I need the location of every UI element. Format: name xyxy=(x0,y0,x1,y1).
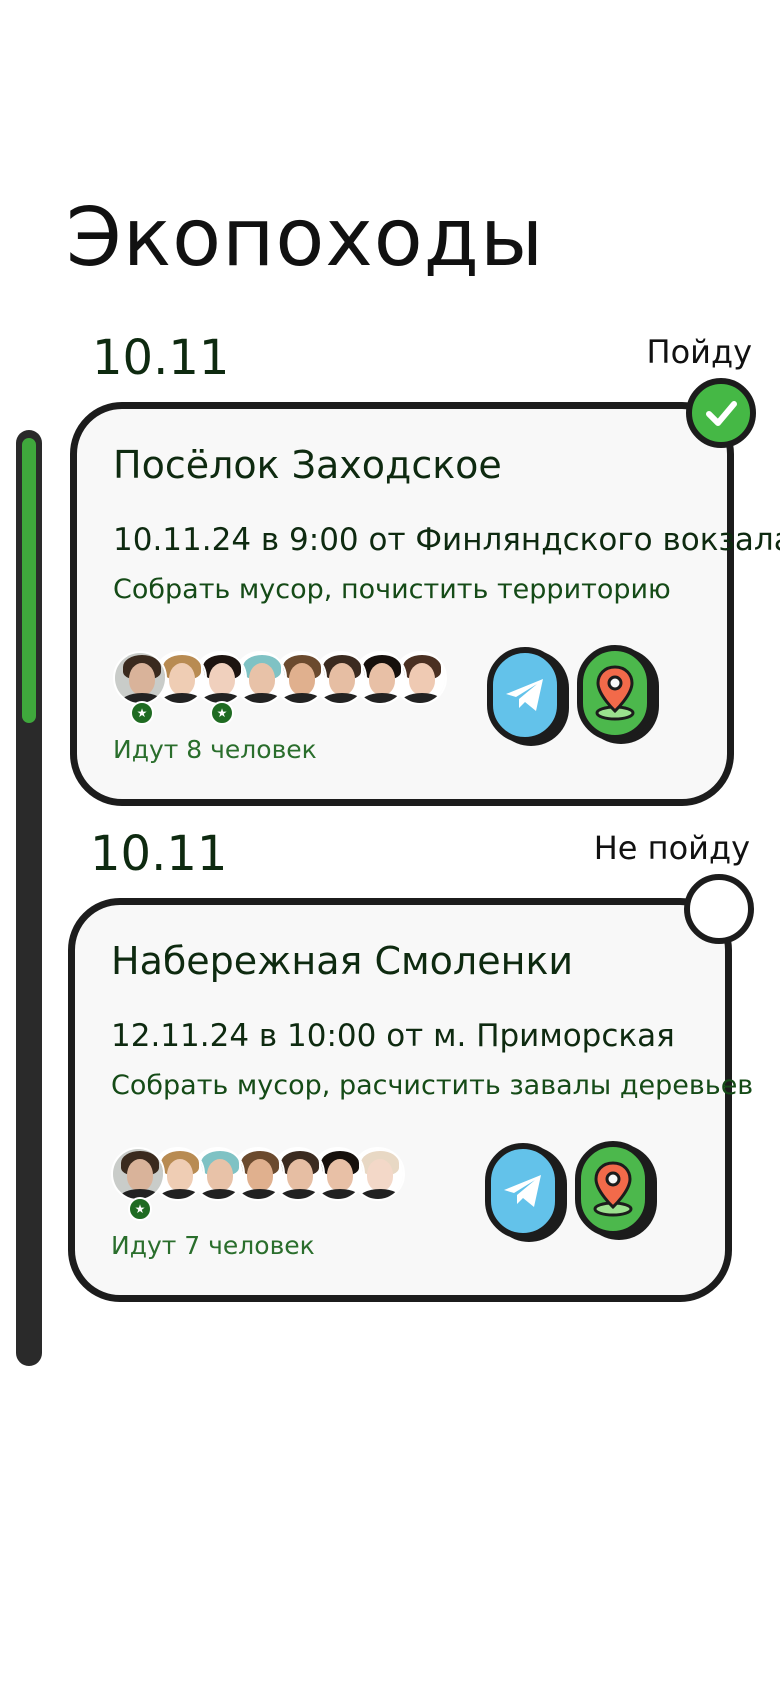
event-datetime-place: 10.11.24 в 9:00 от Финляндского вокзала xyxy=(113,522,780,558)
participants-count: Идут 8 человек xyxy=(113,735,317,764)
telegram-icon xyxy=(506,679,543,711)
event-card[interactable]: Посёлок Заходское 10.11.24 в 9:00 от Фин… xyxy=(70,402,780,806)
event-card[interactable]: Набережная Смоленки 12.11.24 в 10:00 от … xyxy=(68,898,753,1302)
event-title: Посёлок Заходское xyxy=(113,443,502,487)
participants-avatars[interactable]: ★ ★ xyxy=(113,651,447,725)
telegram-button[interactable] xyxy=(485,1143,561,1239)
check-icon xyxy=(706,401,737,426)
event-date: 10.11 xyxy=(90,826,228,882)
participants-count: Идут 7 человек xyxy=(111,1231,315,1260)
telegram-button[interactable] xyxy=(487,647,563,743)
star-icon: ★ xyxy=(128,1197,152,1221)
attendance-toggle[interactable] xyxy=(684,874,754,944)
map-button[interactable] xyxy=(577,645,653,741)
attendance-status-label: Не пойду xyxy=(593,829,750,867)
participants-avatars[interactable]: ★ xyxy=(111,1147,405,1221)
star-icon: ★ xyxy=(130,701,154,725)
map-pin-icon xyxy=(593,1161,633,1217)
timeline-progress-track xyxy=(16,430,42,1366)
attendance-toggle[interactable] xyxy=(686,378,756,448)
event-datetime-place: 12.11.24 в 10:00 от м. Приморская xyxy=(111,1018,675,1054)
map-button[interactable] xyxy=(575,1141,651,1237)
page-title: Экопоходы xyxy=(66,191,545,284)
event-task: Собрать мусор, расчистить завалы деревье… xyxy=(111,1070,754,1101)
timeline-progress-fill xyxy=(22,438,36,723)
map-pin-icon xyxy=(595,665,635,721)
attendance-status-label: Пойду xyxy=(646,333,753,371)
star-icon: ★ xyxy=(210,701,234,725)
event-date: 10.11 xyxy=(92,330,230,386)
participant-avatar[interactable]: ★ xyxy=(111,1147,165,1221)
participant-avatar[interactable]: ★ xyxy=(113,651,167,725)
telegram-icon xyxy=(504,1175,541,1207)
event-task: Собрать мусор, почистить территорию xyxy=(113,574,671,605)
event-title: Набережная Смоленки xyxy=(111,939,574,983)
